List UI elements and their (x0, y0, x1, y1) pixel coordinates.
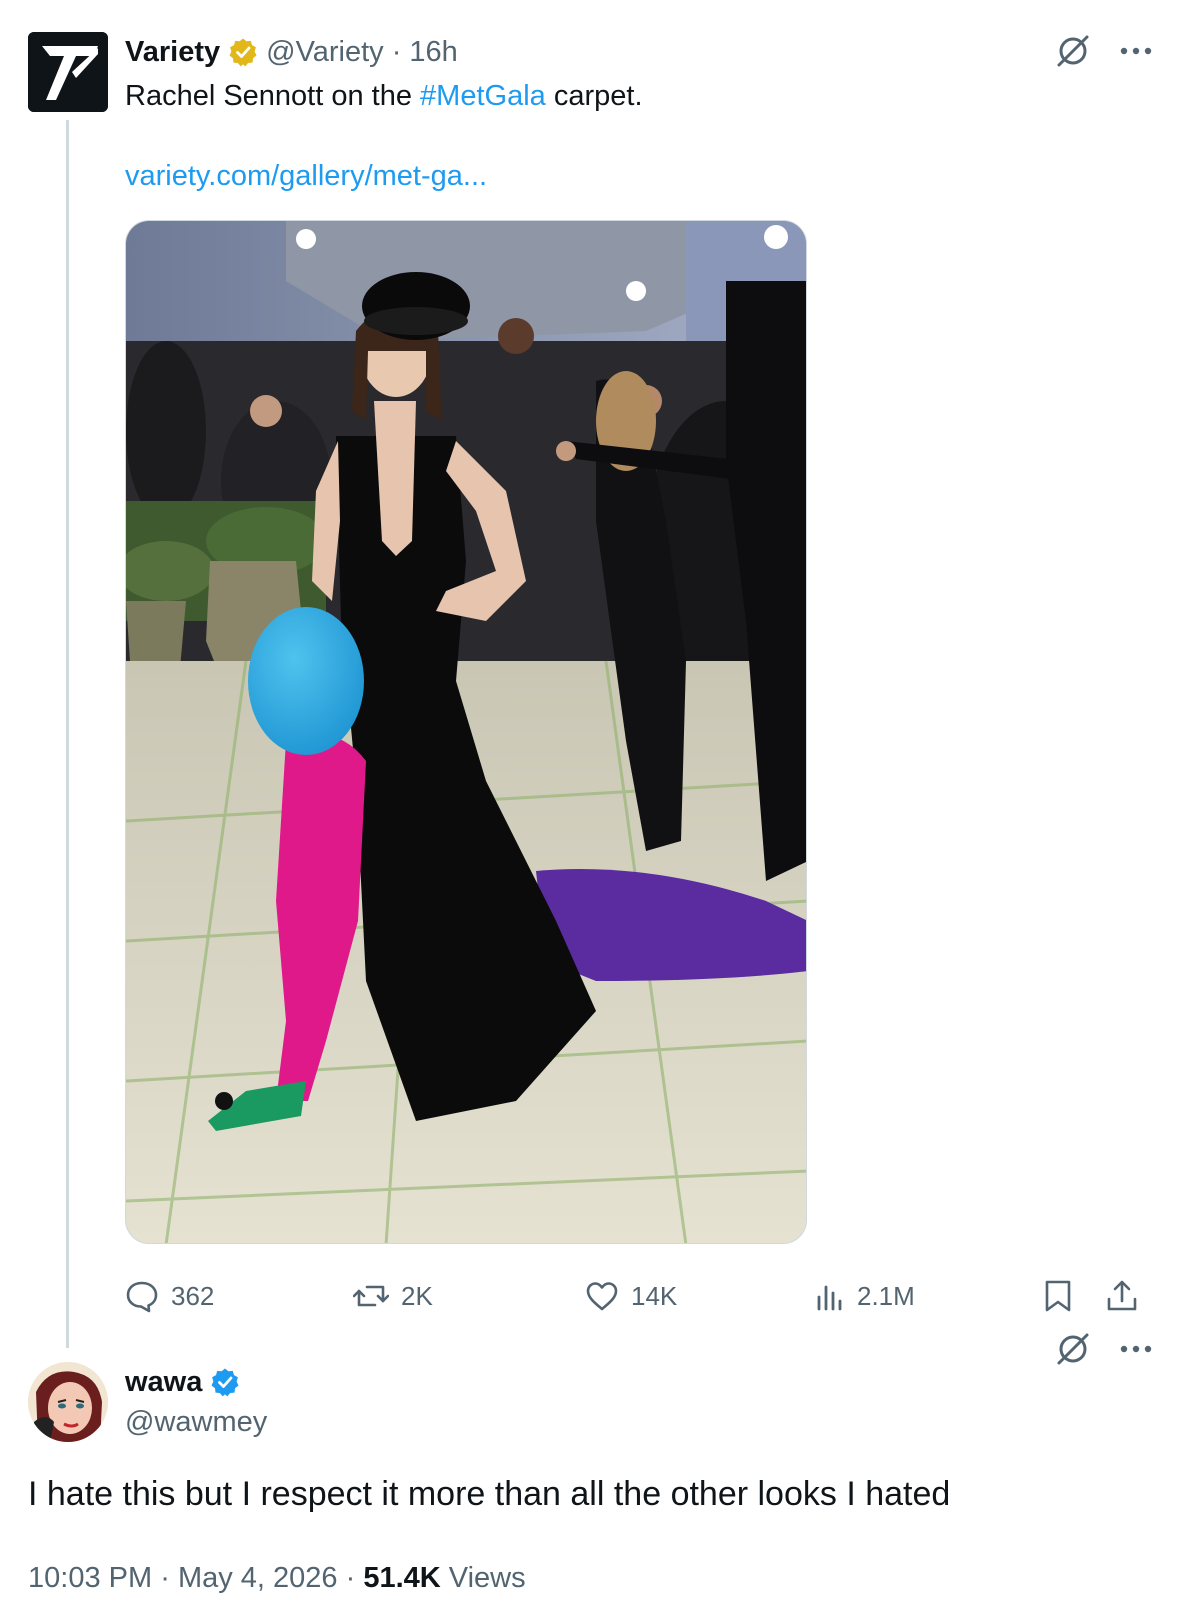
tweet2-separator-2: · (345, 1562, 356, 1594)
grok-icon[interactable] (1054, 32, 1092, 70)
tweet1-text-before: Rachel Sennott on the (125, 80, 421, 112)
more-icon[interactable] (1120, 1344, 1152, 1354)
like-count: 14K (631, 1280, 678, 1311)
reply-button[interactable]: 362 (125, 1272, 214, 1320)
tweet1-action-bar: 362 2K 14K 2.1M (125, 1272, 1165, 1320)
views-button[interactable]: 2.1M (815, 1272, 915, 1320)
tweet2-meta: 10:03 PM · May 4, 2026 · 51.4K Views (28, 1560, 526, 1596)
bookmark-button[interactable] (1043, 1272, 1073, 1320)
views-icon (815, 1281, 845, 1311)
tweet2-handle[interactable]: @wawmey (125, 1404, 267, 1440)
avatar-wawa[interactable] (28, 1362, 108, 1442)
thread-connector-line (66, 120, 69, 1348)
tweet2-views-label: Views (448, 1562, 526, 1594)
tweet2-display-name[interactable]: wawa (125, 1366, 202, 1399)
reply-icon (125, 1279, 159, 1313)
variety-logo-icon (28, 32, 108, 112)
tweet1-text-after: carpet. (545, 80, 643, 112)
repost-button[interactable]: 2K (353, 1272, 433, 1320)
share-button[interactable] (1105, 1272, 1139, 1320)
tweet1-display-name[interactable]: Variety (125, 36, 220, 69)
tweet1-handle[interactable]: @Variety (266, 36, 384, 69)
tweet2-time[interactable]: 10:03 PM (28, 1562, 152, 1594)
tweet2-text: I hate this but I respect it more than a… (28, 1475, 951, 1513)
grok-icon[interactable] (1054, 1330, 1092, 1368)
tweet2-top-icons (1054, 1330, 1152, 1368)
repost-icon (353, 1279, 389, 1313)
repost-count: 2K (401, 1280, 433, 1311)
tweet1-separator: · (391, 35, 402, 68)
tweet1-time[interactable]: 16h (409, 36, 457, 69)
met-gala-photo-image (126, 221, 806, 1243)
tweet1-photo[interactable] (125, 220, 807, 1244)
share-icon (1105, 1279, 1139, 1313)
views-count: 2.1M (857, 1280, 915, 1311)
tweet1-text: Rachel Sennott on the #MetGala carpet. (125, 78, 643, 114)
like-icon (585, 1280, 619, 1312)
reply-count: 362 (171, 1280, 215, 1311)
avatar-variety[interactable] (28, 32, 108, 112)
more-icon[interactable] (1120, 46, 1152, 56)
tweet1-hashtag-link[interactable]: #MetGala (420, 80, 546, 112)
tweet1-url-link[interactable]: variety.com/gallery/met-ga... (125, 158, 487, 194)
verified-badge-icon (210, 1367, 240, 1397)
verified-badge-icon (228, 37, 258, 67)
tweet2-header: wawa (125, 1364, 240, 1400)
tweet2-views-count[interactable]: 51.4K (363, 1562, 440, 1594)
tweet1-top-icons (1054, 32, 1152, 70)
tweet1-header: Variety @Variety · 16h (125, 34, 458, 70)
like-button[interactable]: 14K (585, 1272, 677, 1320)
tweet2-date[interactable]: May 4, 2026 (178, 1562, 338, 1594)
comic-portrait-avatar-image (28, 1362, 108, 1442)
bookmark-icon (1043, 1279, 1073, 1313)
tweet2-separator-1: · (160, 1562, 170, 1594)
